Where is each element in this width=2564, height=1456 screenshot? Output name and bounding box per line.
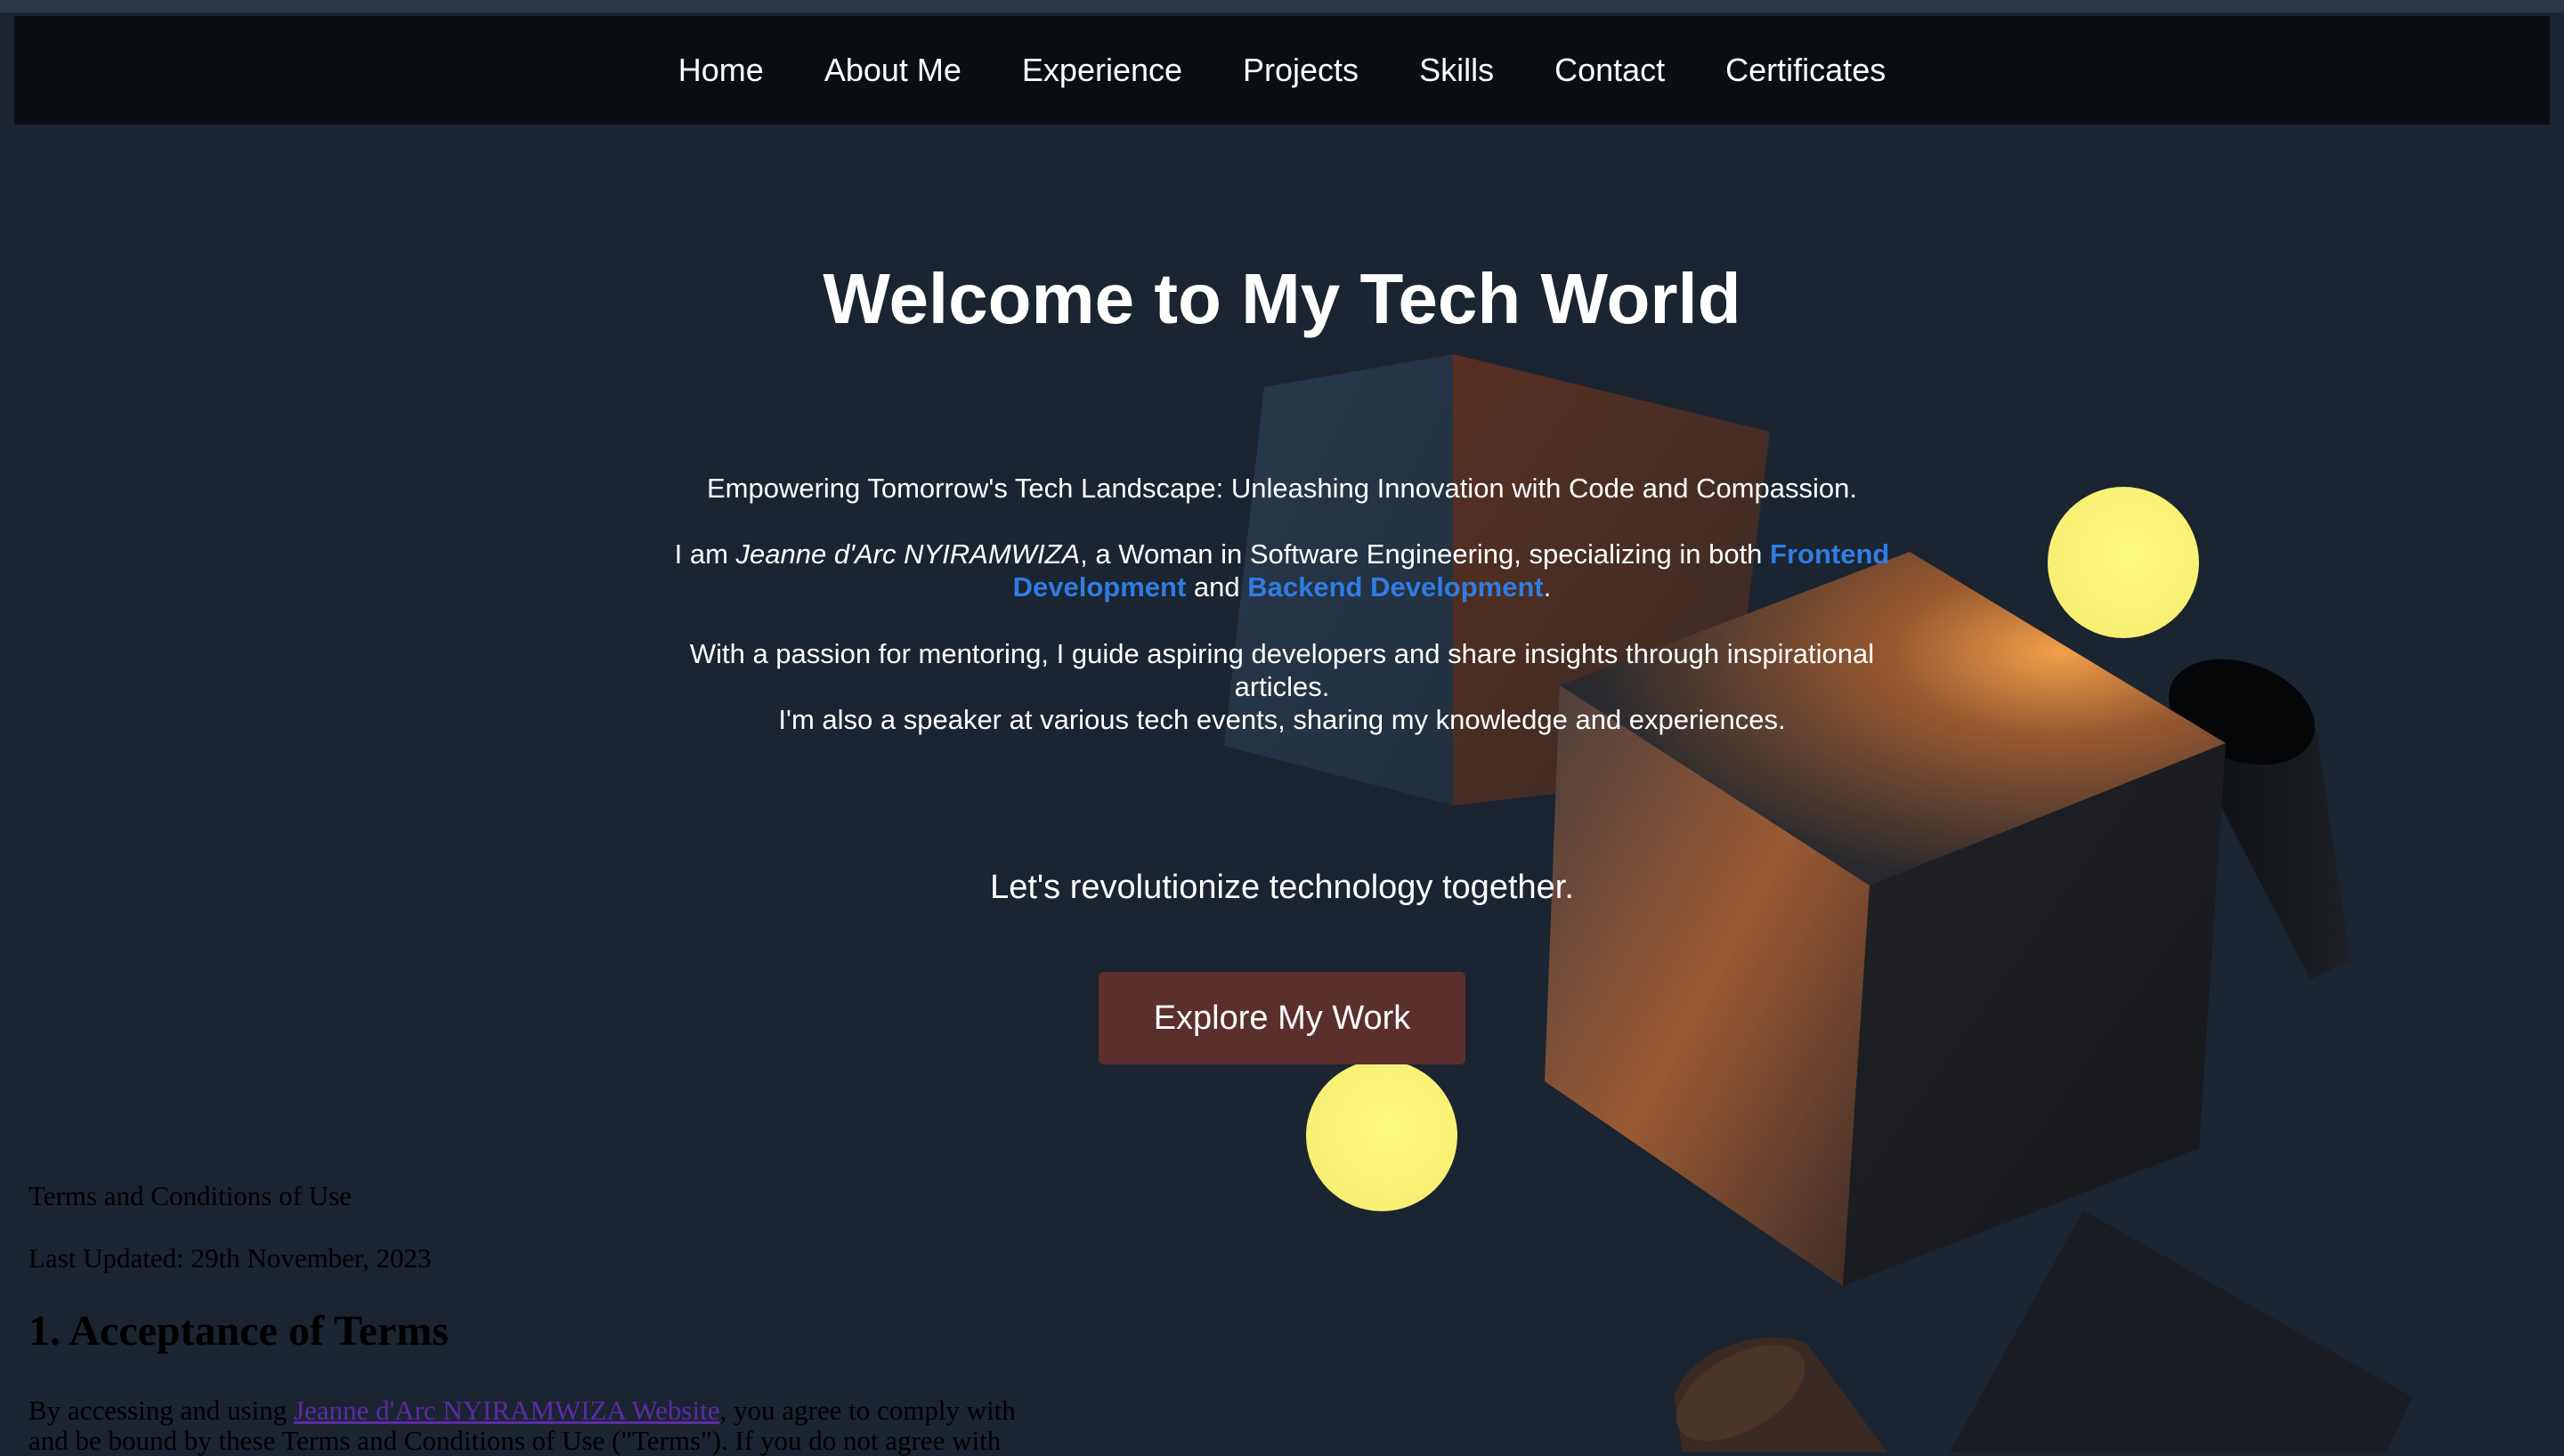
hero-subtitle: Empowering Tomorrow's Tech Landscape: Un… (706, 473, 1857, 504)
nav-skills[interactable]: Skills (1389, 52, 1524, 89)
cylinder-top-right-cap (2168, 659, 2316, 765)
nav-experience[interactable]: Experience (992, 52, 1213, 89)
intro-prefix: I am (674, 538, 736, 570)
sphere-top-right (2048, 487, 2199, 638)
and-text: and (1186, 571, 1248, 603)
sphere-bottom-center (1306, 1060, 1457, 1211)
intro-middle: , a Woman in Software Engineering, speci… (1080, 538, 1771, 570)
author-name: Jeanne d'Arc NYIRAMWIZA (735, 538, 1081, 570)
bottom-right-cube (1950, 1210, 2413, 1452)
terms-body-prefix: By accessing and using (28, 1395, 294, 1426)
nav-certificates[interactable]: Certificates (1695, 52, 1916, 89)
big-cube-right-face (1843, 743, 2226, 1286)
top-strip (0, 0, 2564, 12)
backend-highlight: Backend Development (1247, 571, 1544, 603)
terms-section-body: By accessing and using Jeanne d'Arc NYIR… (28, 1395, 1061, 1456)
bottom-cylinder (1674, 1337, 1887, 1452)
nav-contact[interactable]: Contact (1524, 52, 1695, 89)
terms-section-title: 1. Acceptance of Terms (28, 1307, 449, 1355)
nav-about-me[interactable]: About Me (794, 52, 992, 89)
main-navbar: Home About Me Experience Projects Skills… (14, 16, 2550, 125)
explore-my-work-button[interactable]: Explore My Work (1099, 972, 1465, 1064)
nav-projects[interactable]: Projects (1213, 52, 1389, 89)
big-cube-left-face (1545, 685, 1870, 1286)
hero-title: Welcome to My Tech World (823, 259, 1741, 338)
terms-last-updated: Last Updated: 29th November, 2023 (28, 1242, 432, 1274)
bottom-cylinder-cap (1676, 1344, 1805, 1442)
hero-intro: I am Jeanne d'Arc NYIRAMWIZA, a Woman in… (641, 538, 1923, 603)
cylinder-top-right (2172, 712, 2350, 979)
terms-heading: Terms and Conditions of Use (28, 1180, 352, 1211)
intro-period: . (1543, 571, 1552, 603)
speaker-text: I'm also a speaker at various tech event… (778, 704, 1786, 735)
nav-home[interactable]: Home (648, 52, 794, 89)
hero-tagline: Let's revolutionize technology together. (990, 869, 1574, 906)
website-link[interactable]: Jeanne d'Arc NYIRAMWIZA Website (294, 1395, 720, 1426)
mentoring-text: With a passion for mentoring, I guide as… (689, 638, 1875, 702)
